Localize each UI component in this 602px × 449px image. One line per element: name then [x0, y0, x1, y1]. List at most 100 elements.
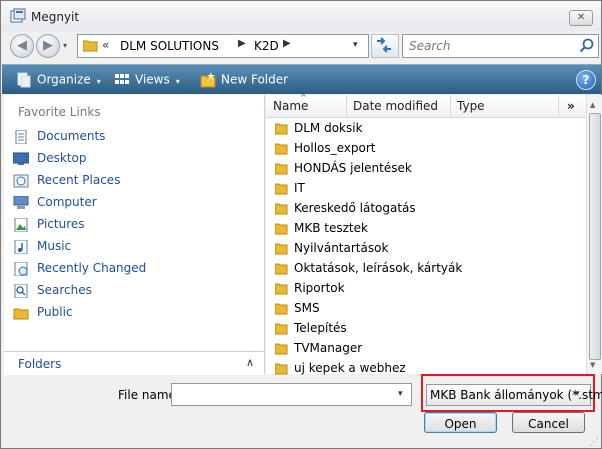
- favorite-link-documents[interactable]: Documents: [13, 126, 253, 148]
- favorite-link-label: Recently Changed: [37, 261, 147, 275]
- file-list-item[interactable]: TVManager: [275, 339, 462, 359]
- breadcrumb-k2d[interactable]: K2D: [254, 39, 279, 53]
- breadcrumb-separator-icon[interactable]: ▶: [283, 38, 291, 49]
- recent-places-icon: [13, 174, 29, 187]
- folder-icon: [275, 143, 288, 155]
- favorite-link-label: Public: [37, 305, 73, 319]
- favorite-link-computer[interactable]: Computer: [13, 192, 253, 214]
- navigation-pane: Favorite Links Documents Desktop Recent …: [4, 95, 265, 374]
- file-name: Nyilvántartások: [294, 241, 389, 255]
- favorite-link-recent-places[interactable]: Recent Places: [13, 170, 253, 192]
- file-list-item[interactable]: Kereskedő látogatás: [275, 199, 462, 219]
- file-list-item[interactable]: MKB tesztek: [275, 219, 462, 239]
- recently-changed-icon: [14, 261, 28, 276]
- file-list-item[interactable]: DLM doksik: [275, 119, 462, 139]
- breadcrumb-dlm-solutions[interactable]: DLM SOLUTIONS: [120, 39, 219, 53]
- search-input[interactable]: [407, 37, 579, 55]
- file-list-item[interactable]: Nyilvántartások: [275, 239, 462, 259]
- file-name: IT: [294, 181, 305, 195]
- music-icon: [14, 239, 28, 254]
- folder-icon: [275, 243, 288, 255]
- views-button[interactable]: Views ▾: [114, 72, 180, 88]
- favorite-links-list: Documents Desktop Recent Places Computer…: [13, 126, 253, 324]
- refresh-icon: [377, 37, 391, 53]
- folders-label: Folders: [18, 357, 62, 371]
- file-name: HONDÁS jelentések: [294, 161, 412, 175]
- favorite-link-desktop[interactable]: Desktop: [13, 148, 253, 170]
- organize-button[interactable]: Organize ▾: [16, 72, 101, 88]
- sort-ascending-icon: ^: [300, 93, 307, 102]
- public-folder-icon: [13, 308, 29, 319]
- close-icon: ✕: [576, 12, 586, 23]
- folder-icon: [275, 263, 288, 275]
- help-button[interactable]: ?: [576, 70, 596, 90]
- back-button[interactable]: ◀: [10, 34, 34, 58]
- address-dropdown-icon[interactable]: ▾: [353, 40, 358, 50]
- file-name-combobox[interactable]: ▾: [171, 383, 412, 406]
- breadcrumb-overflow[interactable]: «: [102, 38, 109, 52]
- column-header-type[interactable]: Type: [457, 99, 485, 113]
- column-header-date-modified[interactable]: Date modified: [353, 99, 438, 113]
- breadcrumb-separator-icon[interactable]: ▶: [238, 38, 246, 49]
- favorite-links-heading: Favorite Links: [18, 105, 101, 119]
- file-list-item[interactable]: Telepítés: [275, 319, 462, 339]
- file-list-item[interactable]: Oktatások, leírások, kártyák: [275, 259, 462, 279]
- chevron-up-icon: ∧: [246, 356, 255, 369]
- cancel-button[interactable]: Cancel: [512, 412, 585, 433]
- scroll-up-icon[interactable]: ▲: [590, 101, 595, 109]
- file-name: Kereskedő látogatás: [294, 201, 416, 215]
- search-icon[interactable]: [579, 38, 594, 53]
- file-list-item[interactable]: HONDÁS jelentések: [275, 159, 462, 179]
- open-dialog: Megnyit ✕ ◀ ▶ ▾ « DLM SOLUTIONS ▶ K2D ▶ …: [0, 0, 602, 449]
- favorite-link-label: Documents: [37, 129, 106, 143]
- folders-toggle[interactable]: Folders ∧: [4, 351, 264, 375]
- file-list: DLM doksik Hollos_export HONDÁS jelentések…: [275, 119, 462, 379]
- file-list-item[interactable]: IT: [275, 179, 462, 199]
- folder-icon: [275, 163, 288, 175]
- file-type-highlight: MKB Bank állományok (*.stm) ▾: [421, 374, 602, 412]
- favorite-link-music[interactable]: Music: [13, 236, 253, 258]
- scroll-down-icon[interactable]: ▼: [590, 361, 595, 369]
- pictures-icon: [14, 217, 28, 232]
- refresh-button[interactable]: [371, 34, 399, 58]
- file-name: Hollos_export: [294, 141, 376, 155]
- app-icon: [10, 8, 26, 23]
- folder-icon: [275, 123, 288, 135]
- documents-icon: [15, 129, 27, 144]
- file-type-select[interactable]: MKB Bank állományok (*.stm) ▾: [426, 384, 602, 406]
- forward-button[interactable]: ▶: [36, 34, 60, 58]
- folder-icon: [275, 363, 288, 375]
- column-divider[interactable]: [346, 95, 347, 117]
- computer-icon: [13, 195, 29, 209]
- new-folder-button[interactable]: New Folder: [200, 72, 288, 88]
- folder-icon: [275, 183, 288, 195]
- vertical-scrollbar[interactable]: ▲ ▼: [586, 95, 602, 374]
- column-divider[interactable]: [558, 95, 559, 117]
- favorite-link-recently-changed[interactable]: Recently Changed: [13, 258, 253, 280]
- favorite-link-public[interactable]: Public: [13, 302, 253, 324]
- search-box[interactable]: [402, 34, 599, 58]
- file-list-item[interactable]: SMS: [275, 299, 462, 319]
- favorite-link-pictures[interactable]: Pictures: [13, 214, 253, 236]
- resize-grip-icon[interactable]: ⋰: [589, 437, 599, 448]
- desktop-icon: [13, 152, 29, 165]
- file-name-dropdown-icon[interactable]: ▾: [398, 389, 403, 399]
- scrollbar-thumb[interactable]: [589, 113, 601, 360]
- favorite-link-label: Computer: [37, 195, 97, 209]
- favorite-link-label: Desktop: [37, 151, 87, 165]
- history-dropdown-icon[interactable]: ▾: [63, 41, 67, 50]
- file-name: MKB tesztek: [294, 221, 368, 235]
- address-bar[interactable]: « DLM SOLUTIONS ▶ K2D ▶ ▾: [77, 34, 369, 58]
- back-arrow-icon: ◀: [17, 38, 27, 53]
- file-list-item[interactable]: Hollos_export: [275, 139, 462, 159]
- folder-icon: [275, 223, 288, 235]
- views-dropdown-icon: ▾: [175, 76, 180, 86]
- column-divider[interactable]: [450, 95, 451, 117]
- close-button[interactable]: ✕: [569, 10, 593, 26]
- favorite-link-searches[interactable]: Searches: [13, 280, 253, 302]
- open-button[interactable]: Open: [424, 412, 497, 433]
- command-toolbar: Organize ▾ Views ▾ New Folder ?: [2, 64, 601, 94]
- file-name-input[interactable]: [175, 386, 389, 403]
- file-list-item[interactable]: Riportok: [275, 279, 462, 299]
- more-columns-icon[interactable]: »: [567, 99, 575, 113]
